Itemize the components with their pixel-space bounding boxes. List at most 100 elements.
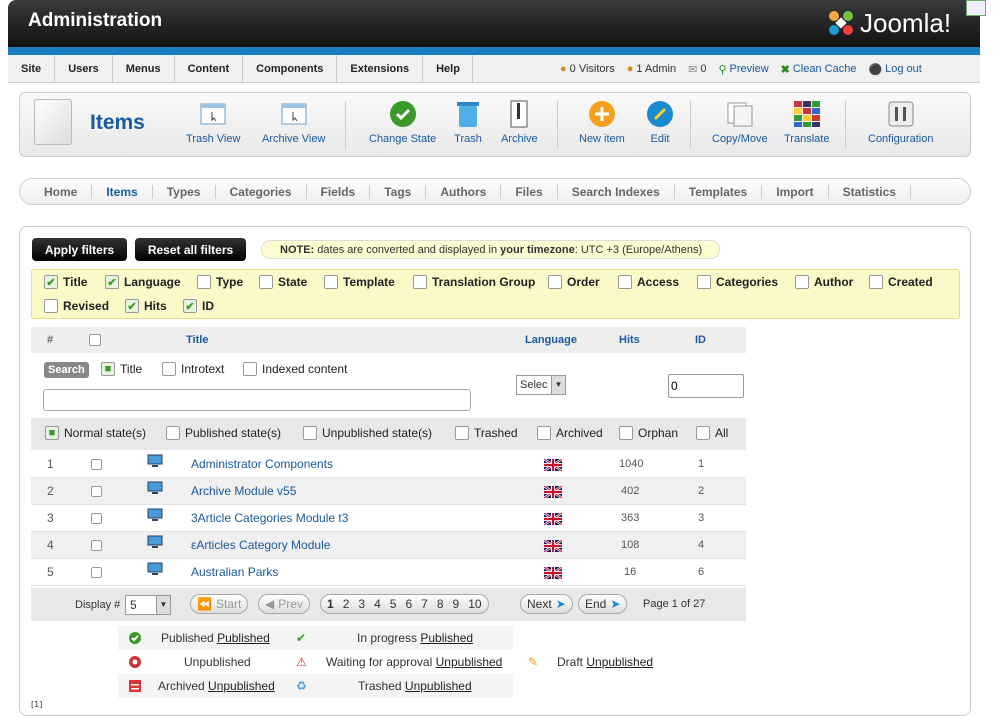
col-language-header[interactable]: Language bbox=[525, 327, 577, 353]
col-id-header[interactable]: ID bbox=[695, 327, 706, 353]
window-icon[interactable] bbox=[966, 0, 986, 16]
col-toggle-state[interactable]: State bbox=[259, 275, 307, 289]
page-2-link[interactable]: 2 bbox=[343, 597, 350, 611]
joomla-logo[interactable]: Joomla! bbox=[826, 6, 951, 40]
archive-view-button[interactable]: Archive View bbox=[262, 99, 325, 145]
subnav-authors[interactable]: Authors bbox=[426, 184, 502, 199]
col-toggle-order[interactable]: Order bbox=[548, 275, 600, 289]
checkbox-icon[interactable] bbox=[324, 275, 338, 289]
menu-content[interactable]: Content bbox=[175, 54, 244, 83]
logout-link[interactable]: ⚫ Log out bbox=[868, 63, 921, 76]
col-toggle-created[interactable]: Created bbox=[869, 275, 933, 289]
archive-button[interactable]: Archive bbox=[501, 99, 538, 145]
checkbox-icon[interactable] bbox=[537, 426, 551, 440]
page-3-link[interactable]: 3 bbox=[358, 597, 365, 611]
row-title-link[interactable]: 3Article Categories Module t3 bbox=[191, 505, 348, 532]
apply-filters-button[interactable]: Apply filters bbox=[32, 238, 127, 261]
state-normal[interactable]: ■ Normal state(s) bbox=[45, 426, 146, 440]
menu-components[interactable]: Components bbox=[243, 54, 338, 83]
subnav-templates[interactable]: Templates bbox=[675, 184, 763, 199]
menu-site[interactable]: Site bbox=[8, 54, 56, 83]
language-select[interactable]: Selec ▼ bbox=[516, 375, 566, 395]
change-state-button[interactable]: Change State bbox=[369, 99, 436, 145]
col-hits-header[interactable]: Hits bbox=[619, 327, 640, 353]
subnav-types[interactable]: Types bbox=[153, 184, 216, 199]
subnav-statistics[interactable]: Statistics bbox=[829, 184, 911, 199]
monitor-icon[interactable] bbox=[147, 478, 163, 505]
checkbox-checked-icon[interactable]: ✔ bbox=[125, 299, 139, 313]
checkbox-icon[interactable] bbox=[869, 275, 883, 289]
checkbox-icon[interactable] bbox=[166, 426, 180, 440]
monitor-icon[interactable] bbox=[147, 505, 163, 532]
col-toggle-revised[interactable]: Revised bbox=[44, 299, 109, 313]
page-6-link[interactable]: 6 bbox=[405, 597, 412, 611]
end-page-button[interactable]: End ➤ bbox=[578, 594, 628, 614]
menu-menus[interactable]: Menus bbox=[113, 54, 175, 83]
col-toggle-id[interactable]: ✔ ID bbox=[183, 299, 214, 313]
state-unpublished[interactable]: Unpublished state(s) bbox=[303, 426, 432, 440]
menu-help[interactable]: Help bbox=[423, 54, 474, 83]
checkbox-checked-icon[interactable]: ✔ bbox=[44, 275, 58, 289]
prev-page-button[interactable]: ◀ Prev bbox=[258, 594, 310, 614]
col-toggle-template[interactable]: Template bbox=[324, 275, 395, 289]
translate-button[interactable]: Translate bbox=[784, 99, 829, 145]
search-in-introtext[interactable]: Introtext bbox=[162, 362, 224, 376]
checkbox-icon[interactable] bbox=[243, 362, 257, 376]
page-9-link[interactable]: 9 bbox=[453, 597, 460, 611]
select-all-checkbox[interactable] bbox=[89, 334, 101, 346]
checkbox-icon[interactable] bbox=[413, 275, 427, 289]
page-4-link[interactable]: 4 bbox=[374, 597, 381, 611]
row-title-link[interactable]: εArticles Category Module bbox=[191, 532, 330, 559]
subnav-fields[interactable]: Fields bbox=[307, 184, 371, 199]
start-page-button[interactable]: ⏪ Start bbox=[190, 594, 249, 614]
checkbox-icon[interactable] bbox=[259, 275, 273, 289]
reset-filters-button[interactable]: Reset all filters bbox=[135, 238, 246, 261]
radio-checked-icon[interactable]: ■ bbox=[45, 426, 59, 440]
row-checkbox[interactable] bbox=[91, 567, 102, 579]
checkbox-icon[interactable] bbox=[455, 426, 469, 440]
subnav-categories[interactable]: Categories bbox=[216, 184, 307, 199]
trash-view-button[interactable]: Trash View bbox=[186, 99, 240, 145]
state-published[interactable]: Published state(s) bbox=[166, 426, 281, 440]
page-7-link[interactable]: 7 bbox=[421, 597, 428, 611]
col-toggle-categories[interactable]: Categories bbox=[697, 275, 778, 289]
col-toggle-type[interactable]: Type bbox=[197, 275, 243, 289]
search-input[interactable] bbox=[43, 389, 471, 411]
checkbox-icon[interactable] bbox=[619, 426, 633, 440]
col-toggle-translation-group[interactable]: Translation Group bbox=[413, 275, 535, 289]
checkbox-icon[interactable] bbox=[697, 275, 711, 289]
subnav-items[interactable]: Items bbox=[92, 184, 153, 199]
checkbox-icon[interactable] bbox=[162, 362, 176, 376]
col-toggle-title[interactable]: ✔ Title bbox=[44, 275, 87, 289]
search-in-indexed-content[interactable]: Indexed content bbox=[243, 362, 347, 376]
checkbox-icon[interactable] bbox=[303, 426, 317, 440]
preview-link[interactable]: ⚲ Preview bbox=[718, 63, 768, 76]
copy-move-button[interactable]: Copy/Move bbox=[712, 99, 768, 145]
checkbox-icon[interactable] bbox=[91, 486, 102, 497]
page-10-link[interactable]: 10 bbox=[468, 597, 481, 611]
new-item-button[interactable]: New item bbox=[579, 99, 625, 145]
radio-checked-icon[interactable]: ■ bbox=[101, 362, 115, 376]
checkbox-icon[interactable] bbox=[91, 540, 102, 551]
clean-cache-link[interactable]: ✖ Clean Cache bbox=[781, 63, 857, 76]
checkbox-icon[interactable] bbox=[89, 334, 101, 346]
checkbox-icon[interactable] bbox=[91, 459, 102, 470]
menu-users[interactable]: Users bbox=[55, 54, 113, 83]
page-1-link[interactable]: 1 bbox=[327, 597, 334, 611]
row-checkbox[interactable] bbox=[91, 486, 102, 498]
configuration-button[interactable]: Configuration bbox=[868, 99, 933, 145]
state-orphan[interactable]: Orphan bbox=[619, 426, 678, 440]
next-page-button[interactable]: Next ➤ bbox=[520, 594, 573, 614]
checkbox-icon[interactable] bbox=[91, 513, 102, 524]
row-checkbox[interactable] bbox=[91, 459, 102, 471]
checkbox-icon[interactable] bbox=[696, 426, 710, 440]
monitor-icon[interactable] bbox=[147, 559, 163, 586]
row-title-link[interactable]: Administrator Components bbox=[191, 451, 333, 478]
checkbox-icon[interactable] bbox=[197, 275, 211, 289]
subnav-import[interactable]: Import bbox=[762, 184, 829, 199]
row-checkbox[interactable] bbox=[91, 513, 102, 525]
state-archived[interactable]: Archived bbox=[537, 426, 603, 440]
page-5-link[interactable]: 5 bbox=[390, 597, 397, 611]
checkbox-icon[interactable] bbox=[548, 275, 562, 289]
col-toggle-hits[interactable]: ✔ Hits bbox=[125, 299, 167, 313]
